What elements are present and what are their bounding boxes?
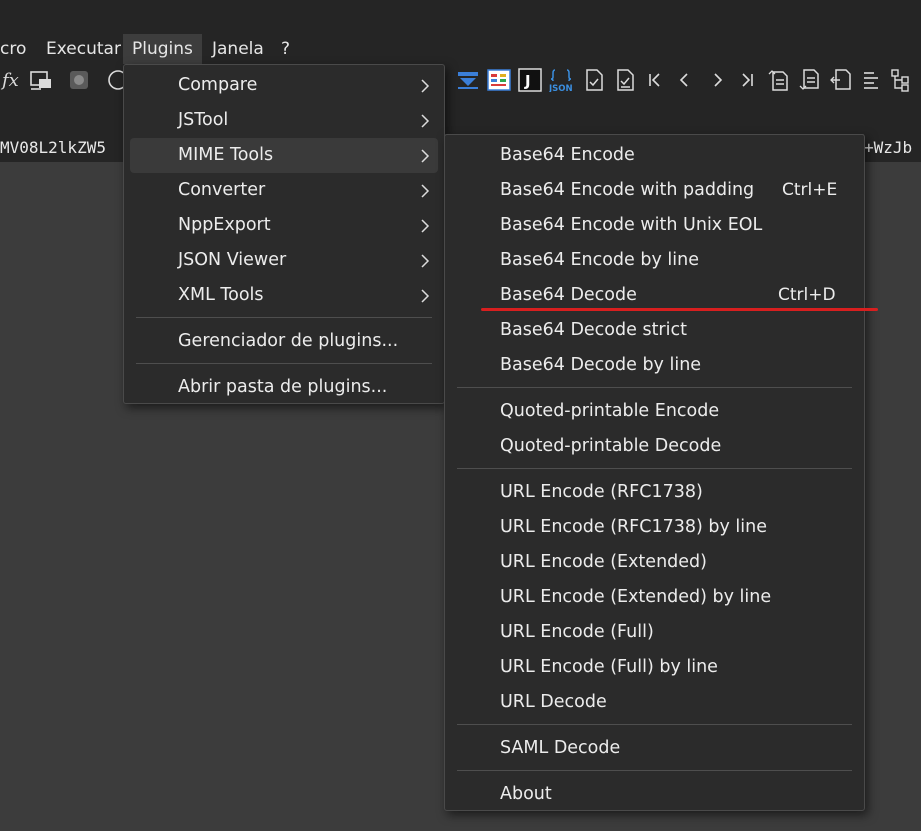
menu-item-label: URL Encode (Full)	[500, 622, 654, 642]
menu-item-label: SAML Decode	[500, 738, 621, 758]
mime-item-url-encode-full[interactable]: URL Encode (Full)	[451, 615, 858, 650]
compare-icon[interactable]	[456, 68, 480, 92]
menu-item-label: JSON Viewer	[178, 250, 287, 270]
svg-text:fx: fx	[0, 70, 19, 91]
plugins-menu: Compare JSTool MIME Tools Converter NppE…	[123, 64, 445, 404]
json-viewer-text: JSON	[549, 84, 573, 92]
chevron-right-icon	[421, 184, 430, 198]
menu-plugins[interactable]: Plugins	[123, 34, 202, 64]
doc-left-icon[interactable]	[829, 68, 853, 92]
mime-item-base64-encode-padding[interactable]: Base64 Encode with padding Ctrl+E	[451, 173, 858, 208]
menu-item-label: Converter	[178, 180, 266, 200]
mime-item-url-encode-extended[interactable]: URL Encode (Extended)	[451, 545, 858, 580]
plugins-item-converter[interactable]: Converter	[130, 173, 438, 208]
mime-item-base64-decode-strict[interactable]: Base64 Decode strict	[451, 313, 858, 348]
menu-janela[interactable]: Janela	[203, 34, 273, 64]
plugins-item-plugin-manager[interactable]: Gerenciador de plugins...	[130, 324, 438, 359]
menu-item-shortcut: Ctrl+E	[782, 180, 838, 200]
menu-separator	[457, 724, 852, 725]
menu-item-label: Base64 Decode by line	[500, 355, 702, 375]
menu-separator	[457, 387, 852, 388]
menu-item-label: About	[500, 784, 552, 804]
menu-item-label: Base64 Encode	[500, 145, 635, 165]
mime-item-url-encode-full-by-line[interactable]: URL Encode (Full) by line	[451, 650, 858, 685]
plugins-item-json-viewer[interactable]: JSON Viewer	[130, 243, 438, 278]
menu-item-label: Quoted-printable Encode	[500, 401, 720, 421]
plugins-item-xml-tools[interactable]: XML Tools	[130, 278, 438, 313]
doc-down-icon[interactable]	[798, 68, 822, 92]
next-icon[interactable]	[705, 68, 729, 92]
menu-item-label: Abrir pasta de plugins...	[178, 377, 388, 397]
menu-separator	[136, 363, 432, 364]
doc-up-icon[interactable]	[767, 68, 791, 92]
menu-help[interactable]: ?	[272, 34, 299, 64]
menu-item-label: URL Encode (Extended) by line	[500, 587, 772, 607]
menu-item-label: Base64 Decode strict	[500, 320, 687, 340]
menu-item-label: NppExport	[178, 215, 271, 235]
plugins-item-nppexport[interactable]: NppExport	[130, 208, 438, 243]
menu-separator	[457, 770, 852, 771]
doc-check-icon[interactable]	[582, 68, 606, 92]
jstool-icon[interactable]: J	[518, 68, 542, 92]
menu-item-label: Compare	[178, 75, 258, 95]
mime-tools-submenu: Base64 Encode Base64 Encode with padding…	[444, 134, 865, 811]
menu-item-label: Base64 Encode by line	[500, 250, 699, 270]
mime-item-qp-decode[interactable]: Quoted-printable Decode	[451, 429, 858, 464]
mime-item-base64-decode-by-line[interactable]: Base64 Decode by line	[451, 348, 858, 383]
menu-item-label: Quoted-printable Decode	[500, 436, 722, 456]
chevron-right-icon	[421, 254, 430, 268]
chevron-right-icon	[421, 149, 430, 163]
function-icon[interactable]: fx	[0, 68, 24, 92]
doc-check2-icon[interactable]	[613, 68, 637, 92]
menu-separator	[457, 468, 852, 469]
mime-item-url-encode-rfc1738-by-line[interactable]: URL Encode (RFC1738) by line	[451, 510, 858, 545]
menu-item-label: URL Encode (Full) by line	[500, 657, 718, 677]
json-viewer-icon[interactable]: JSON	[549, 68, 573, 92]
chevron-right-icon	[421, 289, 430, 303]
menu-item-label: URL Encode (Extended)	[500, 552, 707, 572]
menu-bar: cro Executar Plugins Janela ?	[0, 34, 921, 64]
chevron-right-icon	[421, 219, 430, 233]
mime-item-url-encode-rfc1738[interactable]: URL Encode (RFC1738)	[451, 475, 858, 510]
mime-item-base64-encode[interactable]: Base64 Encode	[451, 138, 858, 173]
menu-item-label: XML Tools	[178, 285, 264, 305]
plugins-item-mime-tools[interactable]: MIME Tools	[130, 138, 438, 173]
chevron-right-icon	[421, 114, 430, 128]
menu-separator	[136, 317, 432, 318]
mime-item-url-encode-extended-by-line[interactable]: URL Encode (Extended) by line	[451, 580, 858, 615]
menu-item-label: URL Encode (RFC1738) by line	[500, 517, 768, 537]
plugins-item-compare[interactable]: Compare	[130, 68, 438, 103]
annotation-underline	[481, 308, 878, 311]
menu-item-label: MIME Tools	[178, 145, 274, 165]
mime-item-about[interactable]: About	[451, 777, 858, 812]
menu-item-label: URL Decode	[500, 692, 607, 712]
mime-item-qp-encode[interactable]: Quoted-printable Encode	[451, 394, 858, 429]
prev-icon[interactable]	[673, 68, 697, 92]
run-macro-icon[interactable]	[29, 68, 53, 92]
menu-executar[interactable]: Executar	[37, 34, 130, 64]
menu-item-label: Gerenciador de plugins...	[178, 331, 399, 351]
window-title-bar	[0, 0, 921, 34]
mime-item-saml-decode[interactable]: SAML Decode	[451, 731, 858, 766]
last-icon[interactable]	[735, 68, 759, 92]
diff-panel-icon[interactable]	[487, 68, 511, 92]
menu-item-label: Base64 Encode with Unix EOL	[500, 215, 763, 235]
mime-item-base64-encode-by-line[interactable]: Base64 Encode by line	[451, 243, 858, 278]
list-icon[interactable]	[860, 68, 884, 92]
record-icon[interactable]	[67, 68, 91, 92]
first-icon[interactable]	[644, 68, 668, 92]
menu-item-label: JSTool	[178, 110, 229, 130]
editor-line-left: MV08L2lkZW5	[0, 134, 124, 162]
mime-item-base64-encode-unix-eol[interactable]: Base64 Encode with Unix EOL	[451, 208, 858, 243]
menu-item-label: URL Encode (RFC1738)	[500, 482, 703, 502]
mime-item-url-decode[interactable]: URL Decode	[451, 685, 858, 720]
plugins-item-open-plugins-folder[interactable]: Abrir pasta de plugins...	[130, 370, 438, 405]
jstool-letter: J	[524, 72, 531, 90]
menu-item-label: Base64 Encode with padding	[500, 180, 755, 200]
editor-line-right: +WzJb	[864, 134, 921, 162]
tree-icon[interactable]	[890, 68, 914, 92]
plugins-item-jstool[interactable]: JSTool	[130, 103, 438, 138]
menu-macro[interactable]: cro	[0, 34, 35, 64]
chevron-right-icon	[421, 79, 430, 93]
